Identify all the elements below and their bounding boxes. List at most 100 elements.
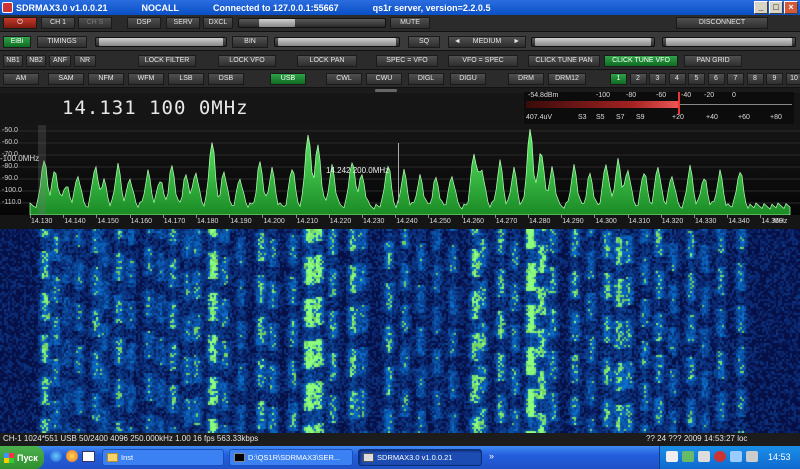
mode-cwu-button[interactable]: CWU <box>366 73 402 85</box>
click-tune-pan-button[interactable]: CLICK TUNE PAN <box>528 55 600 67</box>
taskbar-overflow[interactable]: » <box>489 451 494 461</box>
memory-2-button[interactable]: 2 <box>629 73 647 85</box>
frequency-axis-tick <box>694 215 695 218</box>
bin-slider-knob[interactable] <box>278 38 396 46</box>
vfo-frequency-display[interactable]: 14.131 100 0MHz <box>62 97 249 119</box>
agc-left-icon[interactable]: ◄ <box>454 38 461 45</box>
spectrum-plot[interactable] <box>0 125 800 216</box>
spec-vfo-button[interactable]: SPEC = VFO <box>376 55 438 67</box>
memory-8-button[interactable]: 8 <box>746 73 764 85</box>
task-sdrmax[interactable]: SDRMAX3.0 v1.0.0.21 <box>358 449 482 466</box>
task-console[interactable]: D:\QS1R\SDRMAX3\SER... <box>229 449 353 466</box>
eibi-button[interactable]: EiBi <box>3 36 31 48</box>
memory-9-button[interactable]: 9 <box>766 73 783 85</box>
close-button[interactable]: × <box>784 1 798 14</box>
firefox-quicklaunch-icon[interactable] <box>66 450 78 462</box>
agc-slider-knob[interactable] <box>535 38 651 46</box>
timings-button[interactable]: TIMINGS <box>37 36 87 48</box>
spectrum-display[interactable]: -50.0 -60.0 -70.0 -80.0 -90.0 -100.0 -110.0 -10… <box>0 125 800 216</box>
mode-drm-button[interactable]: DRM <box>508 73 544 85</box>
mode-lsb-button[interactable]: LSB <box>168 73 204 85</box>
power-button[interactable]: ⏻ <box>3 17 37 29</box>
mode-digu-button[interactable]: DIGU <box>450 73 486 85</box>
mode-digl-button[interactable]: DIGL <box>408 73 444 85</box>
memory-5-button[interactable]: 5 <box>688 73 705 85</box>
nb2-button[interactable]: NB2 <box>26 55 46 67</box>
mode-cwl-button[interactable]: CWL <box>326 73 362 85</box>
maximize-button[interactable]: □ <box>769 1 783 14</box>
desktop-quicklaunch-icon[interactable] <box>82 451 95 462</box>
nb1-button[interactable]: NB1 <box>3 55 23 67</box>
bin-button[interactable]: BIN <box>232 36 268 48</box>
minimize-button[interactable]: _ <box>754 1 768 14</box>
tray-network-icon[interactable] <box>698 451 710 462</box>
memory-4-button[interactable]: 4 <box>668 73 686 85</box>
task-inst[interactable]: Inst <box>102 449 224 466</box>
agc-right-icon[interactable]: ► <box>513 38 520 45</box>
browser-quicklaunch-icon[interactable] <box>50 450 62 462</box>
server-version: qs1r server, version=2.2.0.5 <box>372 2 491 13</box>
left-slider-knob[interactable] <box>99 38 223 46</box>
left-slider[interactable] <box>95 37 227 47</box>
frequency-axis-label: 14.230 <box>363 218 385 225</box>
frequency-axis-label: 14.170 <box>163 218 186 225</box>
frequency-axis-label: 14.340 <box>728 218 750 225</box>
frequency-axis-label: 14.260 <box>462 218 485 225</box>
bin-slider[interactable] <box>274 37 400 47</box>
memory-6-button[interactable]: 6 <box>707 73 725 85</box>
waterfall-display[interactable] <box>0 229 800 433</box>
spectrum-trace <box>29 128 791 216</box>
serv-button[interactable]: SERV <box>166 17 200 29</box>
frequency-axis-tick <box>63 215 65 218</box>
frequency-axis-tick <box>262 215 264 218</box>
memory-3-button[interactable]: 3 <box>649 73 666 85</box>
frequency-axis-tick <box>129 215 131 218</box>
right-slider-knob[interactable] <box>666 38 792 46</box>
mode-drm12-button[interactable]: DRM12 <box>548 73 586 85</box>
divider-handle[interactable] <box>375 89 397 92</box>
lock-filter-button[interactable]: LOCK FILTER <box>138 55 196 67</box>
channel-1-button[interactable]: CH 1 <box>41 17 75 29</box>
mode-wfm-button[interactable]: WFM <box>128 73 164 85</box>
dsp-button[interactable]: DSP <box>127 17 161 29</box>
mode-nfm-button[interactable]: NFM <box>88 73 124 85</box>
mode-dsb-button[interactable]: DSB <box>208 73 244 85</box>
tray-monitor-icon[interactable] <box>746 451 758 462</box>
memory-10-button[interactable]: 10 <box>785 73 800 85</box>
waterfall-canvas[interactable] <box>0 229 800 433</box>
mute-button[interactable]: MUTE <box>390 17 430 29</box>
anf-button[interactable]: ANF <box>49 55 71 67</box>
lock-vfo-button[interactable]: LOCK VFO <box>218 55 276 67</box>
nr-button[interactable]: NR <box>74 55 96 67</box>
lock-pan-button[interactable]: LOCK PAN <box>297 55 357 67</box>
memory-7-button[interactable]: 7 <box>727 73 744 85</box>
disconnect-button[interactable]: DISCONNECT <box>676 17 768 29</box>
memory-1-button[interactable]: 1 <box>610 73 627 85</box>
frequency-axis-tick <box>494 215 496 218</box>
squelch-button[interactable]: SQ <box>408 36 440 48</box>
frequency-axis-label: 14.160 <box>130 218 153 225</box>
mode-usb-button[interactable]: USB <box>270 73 306 85</box>
volume-knob[interactable] <box>259 19 295 27</box>
tray-security-icon[interactable] <box>714 451 726 462</box>
frequency-axis-label: 14.300 <box>595 218 617 225</box>
frequency-axis-tick <box>561 215 563 218</box>
volume-slider[interactable] <box>238 18 386 28</box>
clock[interactable]: 14:53 <box>768 452 791 462</box>
channel-s-button[interactable]: CH S <box>78 17 112 29</box>
tray-app-icon-2[interactable] <box>682 451 694 462</box>
tray-app-icon-1[interactable] <box>666 451 678 462</box>
pan-grid-button[interactable]: PAN GRID <box>684 55 742 67</box>
spectrum-y-label: -100.0 <box>2 187 22 194</box>
agc-selector[interactable]: ◄ MEDIUM ► <box>448 36 526 48</box>
right-slider[interactable] <box>662 37 796 47</box>
vfo-spec-button[interactable]: VFO = SPEC <box>448 55 518 67</box>
click-tune-vfo-button[interactable]: CLICK TUNE VFO <box>604 55 678 67</box>
tray-volume-icon[interactable] <box>730 451 742 462</box>
dxcl-button[interactable]: DXCL <box>203 17 233 29</box>
agc-slider[interactable] <box>531 37 655 47</box>
start-button[interactable]: Пуск <box>0 446 44 469</box>
mode-sam-button[interactable]: SAM <box>48 73 84 85</box>
mode-am-button[interactable]: AM <box>3 73 39 85</box>
smeter-top-label: -80 <box>626 92 637 99</box>
